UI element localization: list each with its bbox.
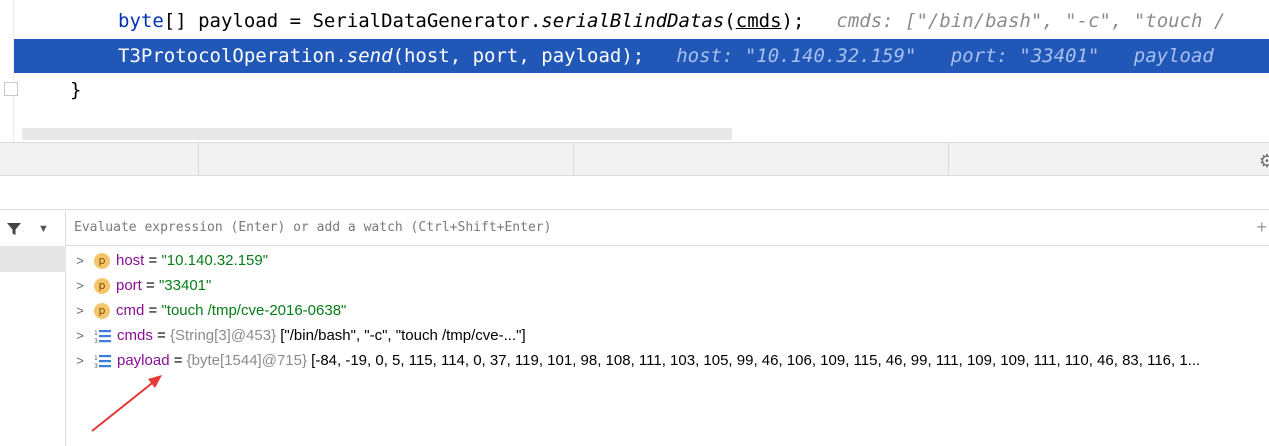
chevron-right-icon[interactable]: > (66, 278, 94, 293)
array-icon: 1 3 (94, 353, 112, 369)
inline-value-hint: host: "10.140.32.159" port: "33401" payl… (676, 45, 1214, 67)
svg-text:3: 3 (94, 363, 98, 369)
variable-row-cmds[interactable]: > 1 3 cmds = {String[3]@453} ["/bin/bash… (66, 323, 1269, 348)
field-p-icon: p (94, 302, 110, 319)
variable-name: payload (117, 352, 170, 369)
variable-value: "touch /tmp/cve-2016-0638" (161, 302, 347, 319)
variable-name: host (116, 252, 145, 269)
arg-cmds: cmds (735, 10, 782, 32)
field-p-icon: p (94, 277, 110, 294)
debug-tabs-area (0, 176, 1269, 210)
evaluate-expression-input[interactable]: Evaluate expression (Enter) or add a wat… (66, 211, 1269, 246)
toolbar-divider (573, 143, 574, 177)
paren-close: ); (781, 10, 805, 32)
toolbar-divider (948, 143, 949, 177)
field-p-icon: p (94, 252, 110, 269)
variable-value: "33401" (158, 277, 212, 294)
chevron-right-icon[interactable]: > (66, 253, 94, 268)
svg-text:3: 3 (94, 338, 98, 344)
variable-row-port[interactable]: > p port = "33401" (66, 273, 1269, 298)
variable-row-cmd[interactable]: > p cmd = "touch /tmp/cve-2016-0638" (66, 298, 1269, 323)
call-args: (host, port, payload); (392, 45, 645, 67)
selected-frame-row[interactable] (0, 246, 66, 272)
evaluate-placeholder: Evaluate expression (Enter) or add a wat… (74, 220, 552, 235)
variable-name: cmd (116, 302, 145, 319)
svg-text:1: 1 (94, 355, 98, 362)
variable-value: ["/bin/bash", "-c", "touch /tmp/cve-..."… (276, 327, 526, 344)
variable-equals: = (152, 327, 170, 344)
chevron-down-icon[interactable]: ▼ (38, 223, 49, 235)
array-icon: 1 3 (94, 328, 112, 344)
svg-text:1: 1 (94, 330, 98, 337)
variable-equals: = (144, 302, 162, 319)
add-watch-icon[interactable]: + (1256, 217, 1267, 238)
debug-toolbar-strip: ⚙ (0, 142, 1269, 177)
code-line-send-current[interactable]: T3ProtocolOperation. send (host, port, pay… (68, 39, 1269, 73)
variable-equals: = (141, 277, 159, 294)
code-text: [] payload = SerialDataGenerator. (163, 10, 542, 32)
variable-name: cmds (117, 327, 153, 344)
filter-icon[interactable] (6, 221, 22, 237)
chevron-right-icon[interactable]: > (66, 353, 94, 368)
closing-brace: } (70, 79, 82, 101)
current-line-gutter-highlight (14, 39, 68, 73)
variable-type-id: {String[3]@453} (169, 327, 277, 344)
method-name: serialBlindDatas (541, 10, 725, 32)
keyword-byte: byte (118, 10, 164, 32)
inline-value-hint: cmds: ["/bin/bash", "-c", "touch / (836, 10, 1226, 32)
variable-value: [-84, -19, 0, 5, 115, 114, 0, 37, 119, 1… (307, 352, 1201, 369)
chevron-right-icon[interactable]: > (66, 303, 94, 318)
code-line-payload[interactable]: byte[] payload = SerialDataGenerator. ser… (68, 4, 1269, 38)
gear-icon[interactable]: ⚙ (1259, 151, 1269, 172)
paren-open: ( (724, 10, 736, 32)
variable-name: port (116, 277, 142, 294)
variable-equals: = (169, 352, 187, 369)
editor-gutter (0, 0, 14, 142)
chevron-right-icon[interactable]: > (66, 328, 94, 343)
method-name-send: send (346, 45, 393, 67)
class-ref: T3ProtocolOperation. (118, 45, 347, 67)
variables-tree[interactable]: > p host = "10.140.32.159" > p port = "3… (66, 248, 1269, 446)
variable-row-host[interactable]: > p host = "10.140.32.159" (66, 248, 1269, 273)
code-editor[interactable]: byte[] payload = SerialDataGenerator. ser… (0, 0, 1269, 142)
fold-marker-icon[interactable] (4, 82, 18, 96)
variable-value: "10.140.32.159" (161, 252, 269, 269)
variable-equals: = (144, 252, 162, 269)
horizontal-scrollbar[interactable] (22, 128, 732, 140)
variable-row-payload[interactable]: > 1 3 payload = {byte[1544]@715} [-84, -… (66, 348, 1269, 373)
code-line-closing-brace[interactable]: } (68, 73, 1269, 107)
variable-type-id: {byte[1544]@715} (186, 352, 307, 369)
toolbar-divider (198, 143, 199, 177)
